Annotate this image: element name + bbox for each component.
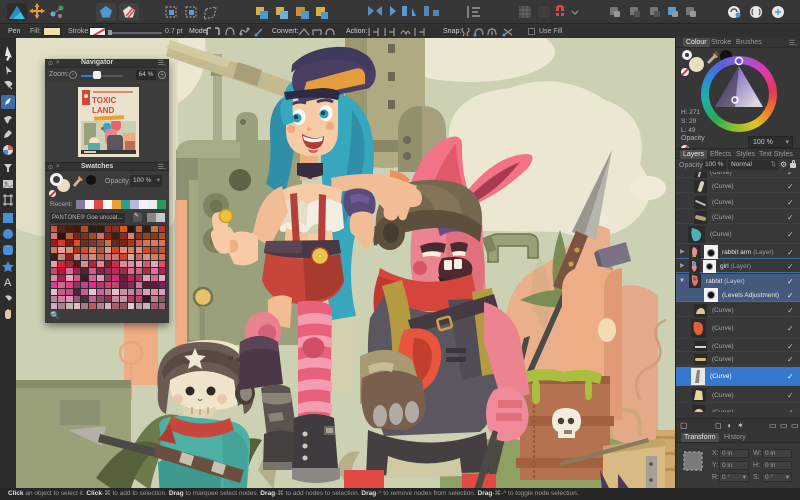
svg-text:A: A — [4, 277, 12, 289]
